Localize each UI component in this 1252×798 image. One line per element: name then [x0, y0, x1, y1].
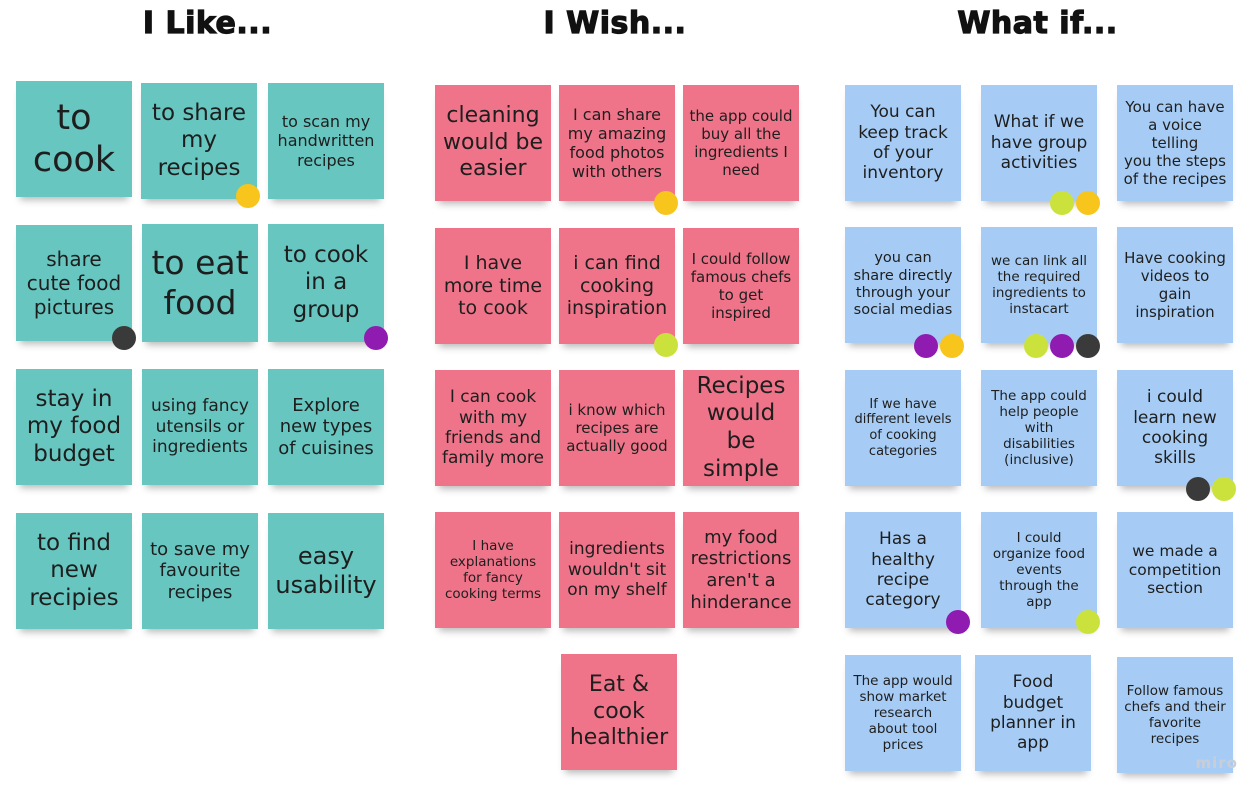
sticky-note[interactable]: to share my recipes — [141, 83, 257, 199]
sticky-note[interactable]: easy usability — [268, 513, 384, 629]
sticky-note[interactable]: The app would show market research about… — [845, 655, 961, 771]
sticky-note[interactable]: to cook in a group — [268, 224, 384, 342]
sticky-note[interactable]: my food restrictions aren't a hinderance — [683, 512, 799, 628]
sticky-note[interactable]: stay in my food budget — [16, 369, 132, 485]
sticky-note[interactable]: i can find cooking inspiration — [559, 228, 675, 344]
vote-dot-yellow[interactable] — [654, 191, 678, 215]
column-title-whatif: What if... — [957, 5, 1118, 41]
sticky-note[interactable]: Food budget planner in app — [975, 655, 1091, 771]
sticky-note[interactable]: Has a healthy recipe category — [845, 512, 961, 628]
sticky-note[interactable]: we made a competition section — [1117, 512, 1233, 628]
sticky-note[interactable]: I could follow famous chefs to get inspi… — [683, 228, 799, 344]
sticky-note[interactable]: i could learn new cooking skills — [1117, 370, 1233, 486]
sticky-note[interactable]: I could organize food events through the… — [981, 512, 1097, 628]
vote-dot-lime[interactable] — [1024, 334, 1048, 358]
sticky-note[interactable]: to find new recipies — [16, 513, 132, 629]
vote-dot-yellow[interactable] — [940, 334, 964, 358]
vote-dot-yellow[interactable] — [1076, 191, 1100, 215]
sticky-note[interactable]: the app could buy all the ingredients I … — [683, 85, 799, 201]
vote-dot-lime[interactable] — [1076, 610, 1100, 634]
sticky-note[interactable]: The app could help people with disabilit… — [981, 370, 1097, 486]
sticky-note[interactable]: to cook — [16, 81, 132, 197]
sticky-note[interactable]: you can share directly through your soci… — [845, 227, 961, 343]
sticky-note[interactable]: You can have a voice telling you the ste… — [1117, 85, 1233, 201]
vote-dot-dark[interactable] — [1076, 334, 1100, 358]
sticky-note[interactable]: Explore new types of cuisines — [268, 369, 384, 485]
sticky-note[interactable]: I can cook with my friends and family mo… — [435, 370, 551, 486]
vote-dot-dark[interactable] — [112, 326, 136, 350]
sticky-note[interactable]: to eat food — [142, 224, 258, 342]
sticky-note[interactable]: Eat & cook healthier — [561, 654, 677, 770]
sticky-note[interactable]: ingredients wouldn't sit on my shelf — [559, 512, 675, 628]
vote-dot-purple[interactable] — [1050, 334, 1074, 358]
sticky-note[interactable]: Have cooking videos to gain inspiration — [1117, 227, 1233, 343]
sticky-note[interactable]: Recipes would be simple — [683, 370, 799, 486]
sticky-note[interactable]: If we have different levels of cooking c… — [845, 370, 961, 486]
sticky-note[interactable]: cleaning would be easier — [435, 85, 551, 201]
column-title-like: I Like... — [142, 5, 273, 41]
sticky-note[interactable]: to save my favourite recipes — [142, 513, 258, 629]
vote-dot-yellow[interactable] — [236, 184, 260, 208]
vote-dot-lime[interactable] — [654, 333, 678, 357]
sticky-note[interactable]: share cute food pictures — [16, 225, 132, 341]
vote-dot-lime[interactable] — [1050, 191, 1074, 215]
sticky-note[interactable]: using fancy utensils or ingredients — [142, 369, 258, 485]
vote-dot-purple[interactable] — [946, 610, 970, 634]
sticky-note[interactable]: we can link all the required ingredients… — [981, 227, 1097, 343]
sticky-note[interactable]: i know which recipes are actually good — [559, 370, 675, 486]
vote-dot-dark[interactable] — [1186, 477, 1210, 501]
vote-dot-purple[interactable] — [914, 334, 938, 358]
vote-dot-purple[interactable] — [364, 326, 388, 350]
sticky-note[interactable]: You can keep track of your inventory — [845, 85, 961, 201]
sticky-note[interactable]: I can share my amazing food photos with … — [559, 85, 675, 201]
miro-watermark: miro — [1195, 754, 1238, 772]
sticky-note[interactable]: What if we have group activities — [981, 85, 1097, 201]
column-title-wish: I Wish... — [543, 5, 687, 41]
vote-dot-lime[interactable] — [1212, 477, 1236, 501]
sticky-note[interactable]: I have more time to cook — [435, 228, 551, 344]
sticky-note[interactable]: to scan my handwritten recipes — [268, 83, 384, 199]
sticky-note[interactable]: I have explanations for fancy cooking te… — [435, 512, 551, 628]
